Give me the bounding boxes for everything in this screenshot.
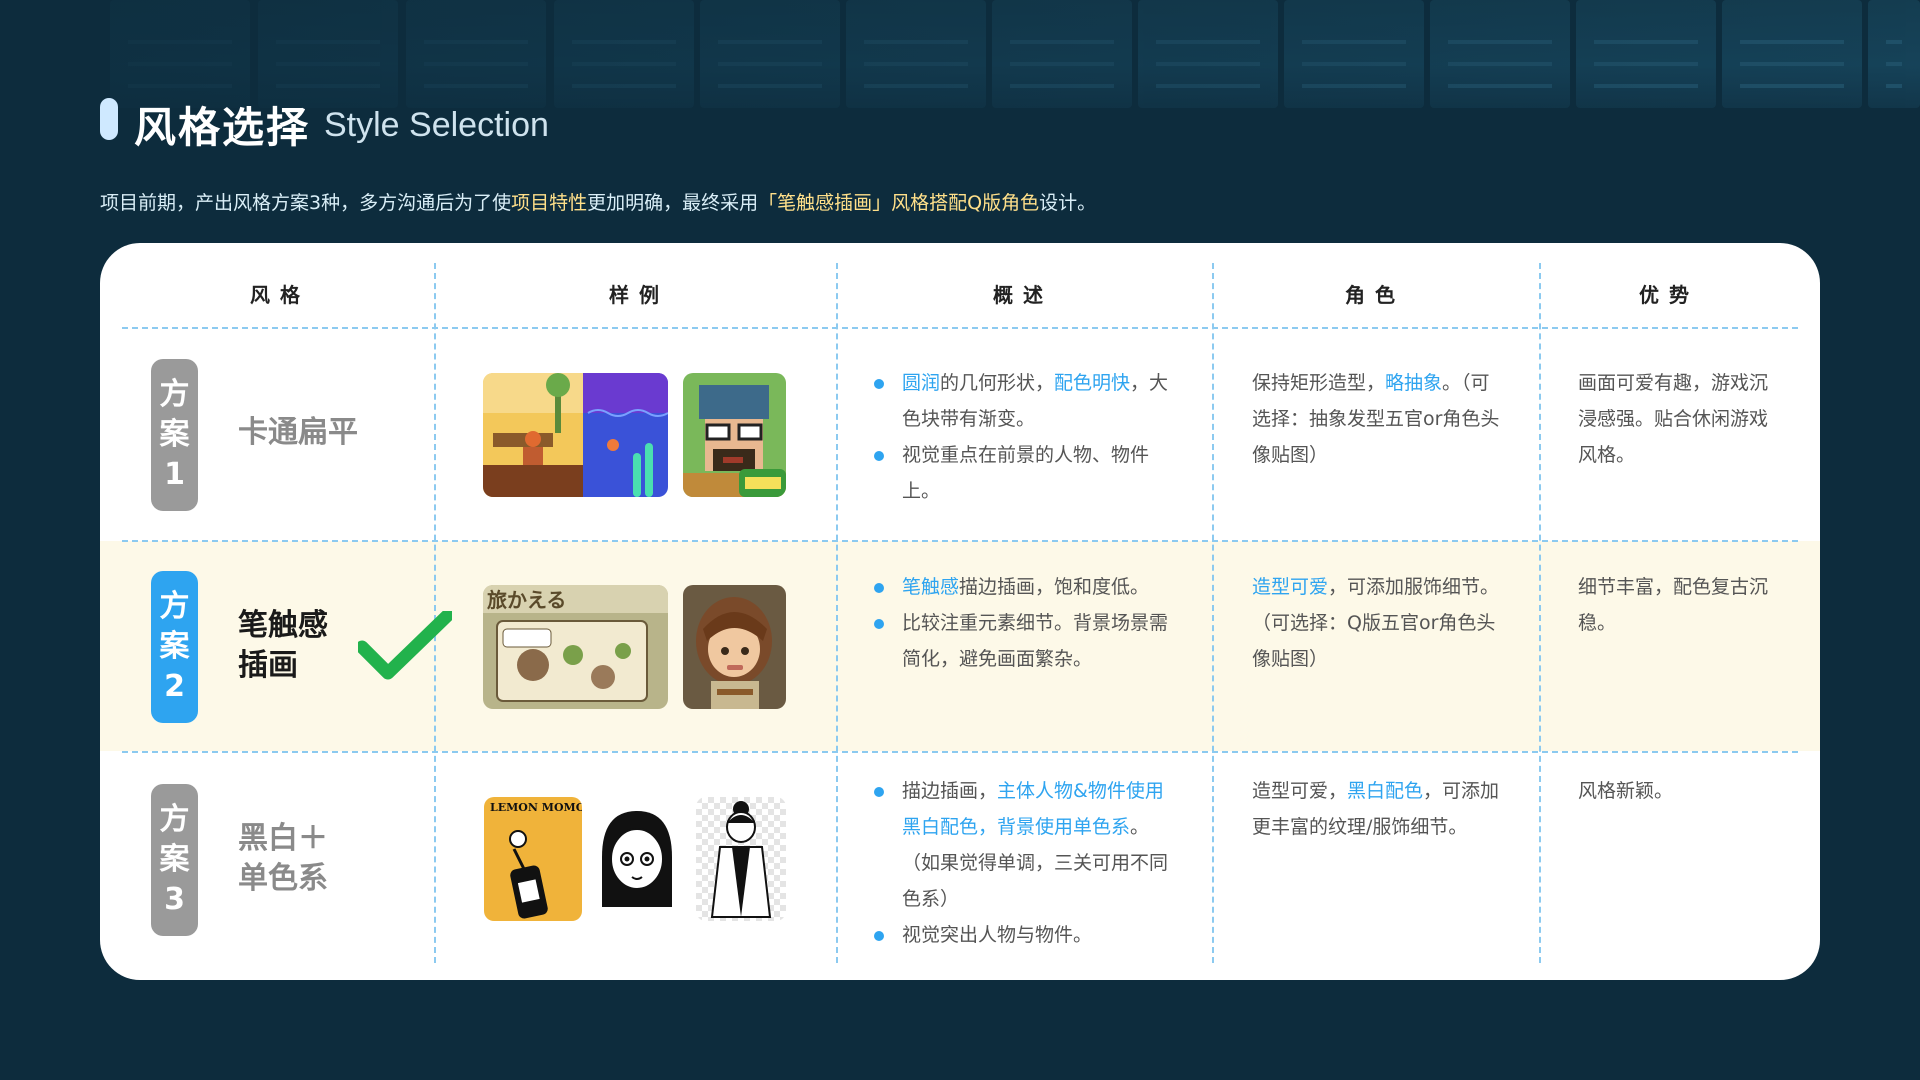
plan-2-advantage: 细节丰富，配色复古沉稳。 <box>1578 576 1769 634</box>
summary-item: 比较注重元素细节。背景场景需简化，避免画面繁杂。 <box>872 605 1172 677</box>
sketch-character-image <box>683 585 786 709</box>
plan-1-advantage: 画面可爱有趣，游戏沉浸感强。贴合休闲游戏风格。 <box>1578 372 1769 466</box>
plan-2-badge: 方案2 <box>151 571 198 723</box>
row-divider <box>122 327 1798 329</box>
title-accent-bar <box>100 98 118 140</box>
flat-cartoon-sample-image <box>483 373 668 497</box>
sketch-illustration-sample-image: 旅かえる <box>483 585 668 709</box>
row-divider <box>122 540 1798 542</box>
column-divider <box>836 263 838 963</box>
svg-text:LEMON MOMO: LEMON MOMO <box>490 801 582 814</box>
plan-3-badge: 方案3 <box>151 784 198 936</box>
header-sample: 样例 <box>609 283 669 307</box>
page-title: 风格选择 <box>134 103 311 152</box>
plan-3-role: 造型可爱，黑白配色，可添加更丰富的纹理/服饰细节。 <box>1252 780 1500 838</box>
summary-item: 描边插画，主体人物&物件使用黑白配色，背景使用单色系。（如果觉得单调，三关可用不… <box>872 773 1172 917</box>
summary-item: 圆润的几何形状，配色明快，大色块带有渐变。 <box>872 365 1172 437</box>
plan-1-summary: 圆润的几何形状，配色明快，大色块带有渐变。 视觉重点在前景的人物、物件上。 <box>872 365 1172 509</box>
monochrome-girl-character-image <box>594 797 680 921</box>
flat-cartoon-character-image <box>683 373 786 497</box>
column-divider <box>1539 263 1541 963</box>
summary-item: 笔触感描边插画，饱和度低。 <box>872 569 1172 605</box>
header-advantage: 优势 <box>1639 283 1699 307</box>
intro-text: 项目前期，产出风格方案3种，多方沟通后为了使项目特性更加明确，最终采用「笔触感插… <box>100 192 1097 214</box>
plan-2-summary: 笔触感描边插画，饱和度低。 比较注重元素细节。背景场景需简化，避免画面繁杂。 <box>872 569 1172 677</box>
page-subtitle: Style Selection <box>324 106 549 144</box>
column-divider <box>1212 263 1214 963</box>
plan-3-summary: 描边插画，主体人物&物件使用黑白配色，背景使用单色系。（如果觉得单调，三关可用不… <box>872 773 1172 953</box>
plan-3-advantage: 风格新颖。 <box>1578 780 1674 802</box>
plan-3-style-name: 黑白＋ 单色系 <box>238 821 328 896</box>
plan-1-role: 保持矩形造型，略抽象。（可选择：抽象发型五官or角色头像贴图） <box>1252 372 1500 466</box>
plan-2-style-name: 笔触感 插画 <box>238 608 328 683</box>
monochrome-sample-image: LEMON MOMO <box>484 797 582 921</box>
row-divider <box>122 751 1798 753</box>
header-style: 风格 <box>250 283 310 307</box>
plan-1-badge: 方案1 <box>151 359 198 511</box>
monochrome-figure-character-image <box>696 797 786 921</box>
header-summary: 概述 <box>993 283 1053 307</box>
style-comparison-table: 风格 样例 概述 角色 优势 方案1 卡通扁平 圆润的几何形状，配色明快，大色块… <box>100 243 1820 980</box>
plan-2-role: 造型可爱，可添加服饰细节。（可选择：Q版五官or角色头像贴图） <box>1252 576 1500 670</box>
header-role: 角色 <box>1345 283 1405 307</box>
svg-text:旅かえる: 旅かえる <box>487 588 566 612</box>
check-mark-icon <box>358 611 452 680</box>
summary-item: 视觉重点在前景的人物、物件上。 <box>872 437 1172 509</box>
summary-item: 视觉突出人物与物件。 <box>872 917 1172 953</box>
plan-1-style-name: 卡通扁平 <box>238 415 358 450</box>
